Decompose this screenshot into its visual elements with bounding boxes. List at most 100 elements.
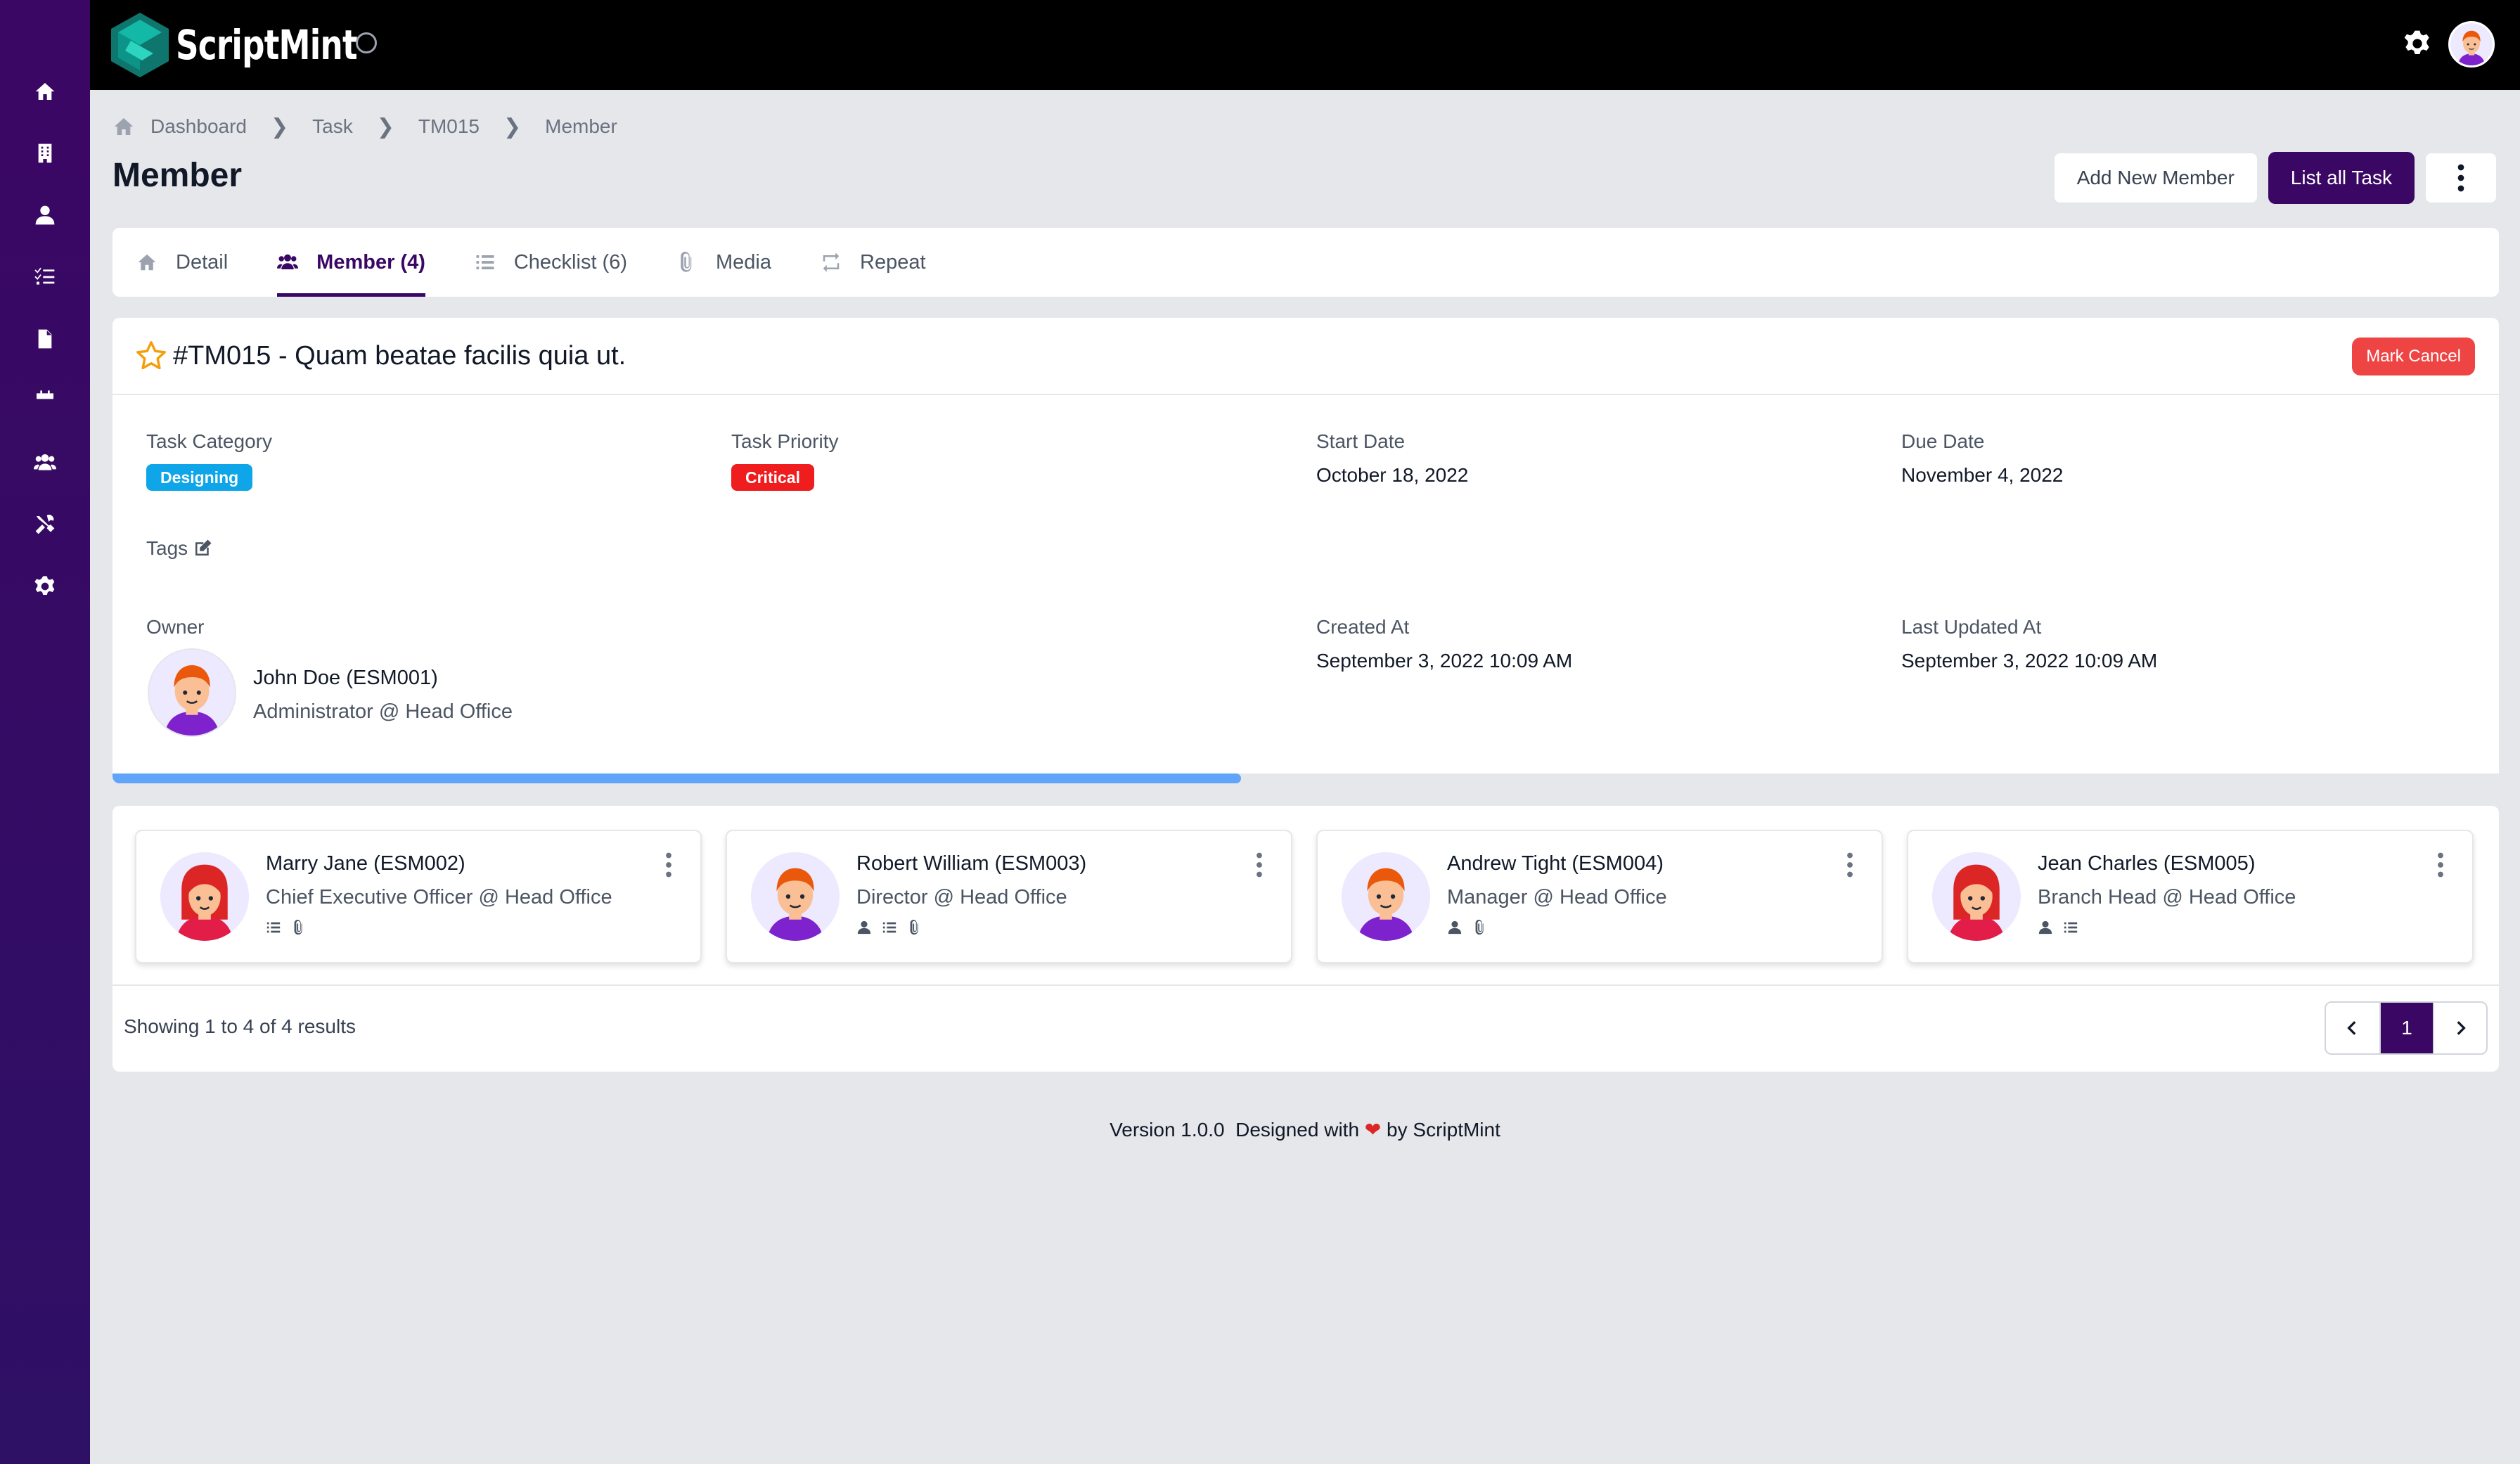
- chevron-right-icon: ❯: [270, 115, 289, 139]
- tab-repeat[interactable]: Repeat: [821, 228, 926, 297]
- paperclip-icon: [676, 252, 698, 273]
- tab-detail[interactable]: Detail: [136, 228, 228, 297]
- task-priority-label: Task Priority: [731, 430, 839, 452]
- add-new-member-button[interactable]: Add New Member: [2052, 152, 2258, 204]
- sidebar-item-utility[interactable]: [28, 508, 62, 541]
- updated-at-label: Last Updated At: [1901, 616, 2042, 638]
- user-icon: [856, 920, 872, 935]
- more-options-button[interactable]: [2424, 152, 2498, 204]
- member-name: Robert William (ESM003): [856, 852, 1087, 875]
- owner-role: Administrator @ Head Office: [253, 700, 513, 723]
- pagination: 1: [2325, 1001, 2488, 1055]
- task-progress-fill: [112, 773, 1242, 783]
- gear-icon: [2403, 30, 2431, 58]
- kebab-icon: [1256, 852, 1263, 878]
- breadcrumb-home-icon[interactable]: [112, 115, 150, 138]
- member-options-button[interactable]: [1846, 852, 1853, 881]
- task-progress-bar: [112, 773, 2499, 783]
- user-avatar[interactable]: [2448, 21, 2495, 68]
- member-avatar: [1932, 852, 2021, 941]
- task-title: #TM015 - Quam beatae facilis quia ut.: [173, 340, 626, 371]
- due-date-value: November 4, 2022: [1901, 464, 2064, 486]
- member-permission-icons: [266, 920, 307, 935]
- list-icon: [2063, 920, 2078, 935]
- home-icon: [34, 80, 56, 103]
- member-card: Jean Charles (ESM005) Branch Head @ Head…: [1907, 830, 2474, 963]
- chevron-right-icon: ❯: [503, 115, 522, 139]
- member-options-button[interactable]: [1256, 852, 1263, 881]
- member-permission-icons: [2038, 920, 2078, 935]
- document-icon: [34, 328, 56, 350]
- member-name: Jean Charles (ESM005): [2038, 852, 2256, 875]
- tags-field[interactable]: Tags: [146, 537, 213, 560]
- logo-mark-icon: [111, 13, 169, 77]
- kebab-icon: [665, 852, 672, 878]
- gear-icon: [34, 575, 56, 598]
- owner-label: Owner: [146, 616, 205, 638]
- avatar-icon: [751, 852, 840, 941]
- paperclip-icon: [1472, 920, 1488, 935]
- kebab-icon: [1846, 852, 1853, 878]
- sidebar-item-config[interactable]: [28, 570, 62, 603]
- sidebar-item-employee[interactable]: [28, 198, 62, 232]
- logo-text: ScriptMint: [176, 21, 358, 69]
- breadcrumb-task[interactable]: Task: [312, 115, 353, 138]
- task-priority-badge: Critical: [731, 464, 814, 491]
- footer-designed: Designed with: [1235, 1119, 1360, 1141]
- created-at-label: Created At: [1316, 616, 1410, 638]
- tab-member[interactable]: Member (4): [277, 228, 425, 297]
- edit-icon[interactable]: [192, 538, 213, 559]
- footer-version: Version 1.0.0: [1110, 1119, 1225, 1141]
- pagination-page-current[interactable]: 1: [2379, 1003, 2433, 1053]
- sidebar-item-task[interactable]: [28, 260, 62, 294]
- settings-button[interactable]: [2403, 30, 2431, 58]
- list-all-task-button[interactable]: List all Task: [2268, 152, 2415, 204]
- mark-cancel-button[interactable]: Mark Cancel: [2352, 338, 2475, 375]
- member-role: Manager @ Head Office: [1447, 886, 1667, 908]
- sidebar-item-home[interactable]: [28, 75, 62, 108]
- task-category-label: Task Category: [146, 430, 272, 452]
- kebab-icon: [2437, 852, 2444, 878]
- avatar-icon: [160, 852, 249, 941]
- member-name: Marry Jane (ESM002): [266, 852, 465, 875]
- member-name: Andrew Tight (ESM004): [1447, 852, 1664, 875]
- sidebar-item-company[interactable]: [28, 136, 62, 170]
- breadcrumb-dashboard[interactable]: Dashboard: [150, 115, 247, 138]
- sidebar: [0, 0, 90, 1464]
- user-icon: [34, 204, 56, 226]
- member-avatar: [160, 852, 249, 941]
- task-tabs: Detail Member (4) Checklist (6) Media Re…: [112, 228, 2499, 297]
- task-category-badge: Designing: [146, 464, 253, 491]
- tab-media[interactable]: Media: [676, 228, 771, 297]
- paperclip-icon: [907, 920, 922, 935]
- status-indicator[interactable]: [356, 32, 377, 53]
- repeat-icon: [821, 252, 842, 273]
- star-icon[interactable]: [135, 340, 167, 372]
- task-list-icon: [34, 266, 56, 288]
- chevron-right-icon: [2457, 1021, 2466, 1035]
- building-icon: [34, 142, 56, 165]
- tab-checklist[interactable]: Checklist (6): [475, 228, 627, 297]
- sidebar-item-team[interactable]: [28, 446, 62, 480]
- pagination-prev-button[interactable]: [2326, 1003, 2379, 1053]
- user-icon: [1447, 920, 1462, 935]
- heart-icon: ❤︎: [1364, 1119, 1382, 1141]
- chevron-right-icon: ❯: [376, 115, 394, 139]
- updated-at-value: September 3, 2022 10:09 AM: [1901, 650, 2158, 672]
- tags-label: Tags: [146, 537, 188, 559]
- member-options-button[interactable]: [665, 852, 672, 881]
- sidebar-item-document[interactable]: [28, 322, 62, 356]
- footer: Version 1.0.0 Designed with ❤︎ by Script…: [90, 1118, 2520, 1141]
- sidebar-item-calendar[interactable]: [28, 384, 62, 418]
- task-detail-card: #TM015 - Quam beatae facilis quia ut. Ma…: [112, 318, 2499, 783]
- pagination-next-button[interactable]: [2433, 1003, 2486, 1053]
- footer-by[interactable]: by ScriptMint: [1387, 1119, 1500, 1141]
- list-icon: [266, 920, 281, 935]
- breadcrumb-task-code[interactable]: TM015: [418, 115, 480, 138]
- user-icon: [2038, 920, 2053, 935]
- avatar-icon: [2450, 23, 2493, 65]
- tab-label: Media: [716, 250, 772, 274]
- tools-icon: [34, 513, 56, 536]
- member-options-button[interactable]: [2437, 852, 2444, 881]
- avatar-icon: [149, 650, 235, 736]
